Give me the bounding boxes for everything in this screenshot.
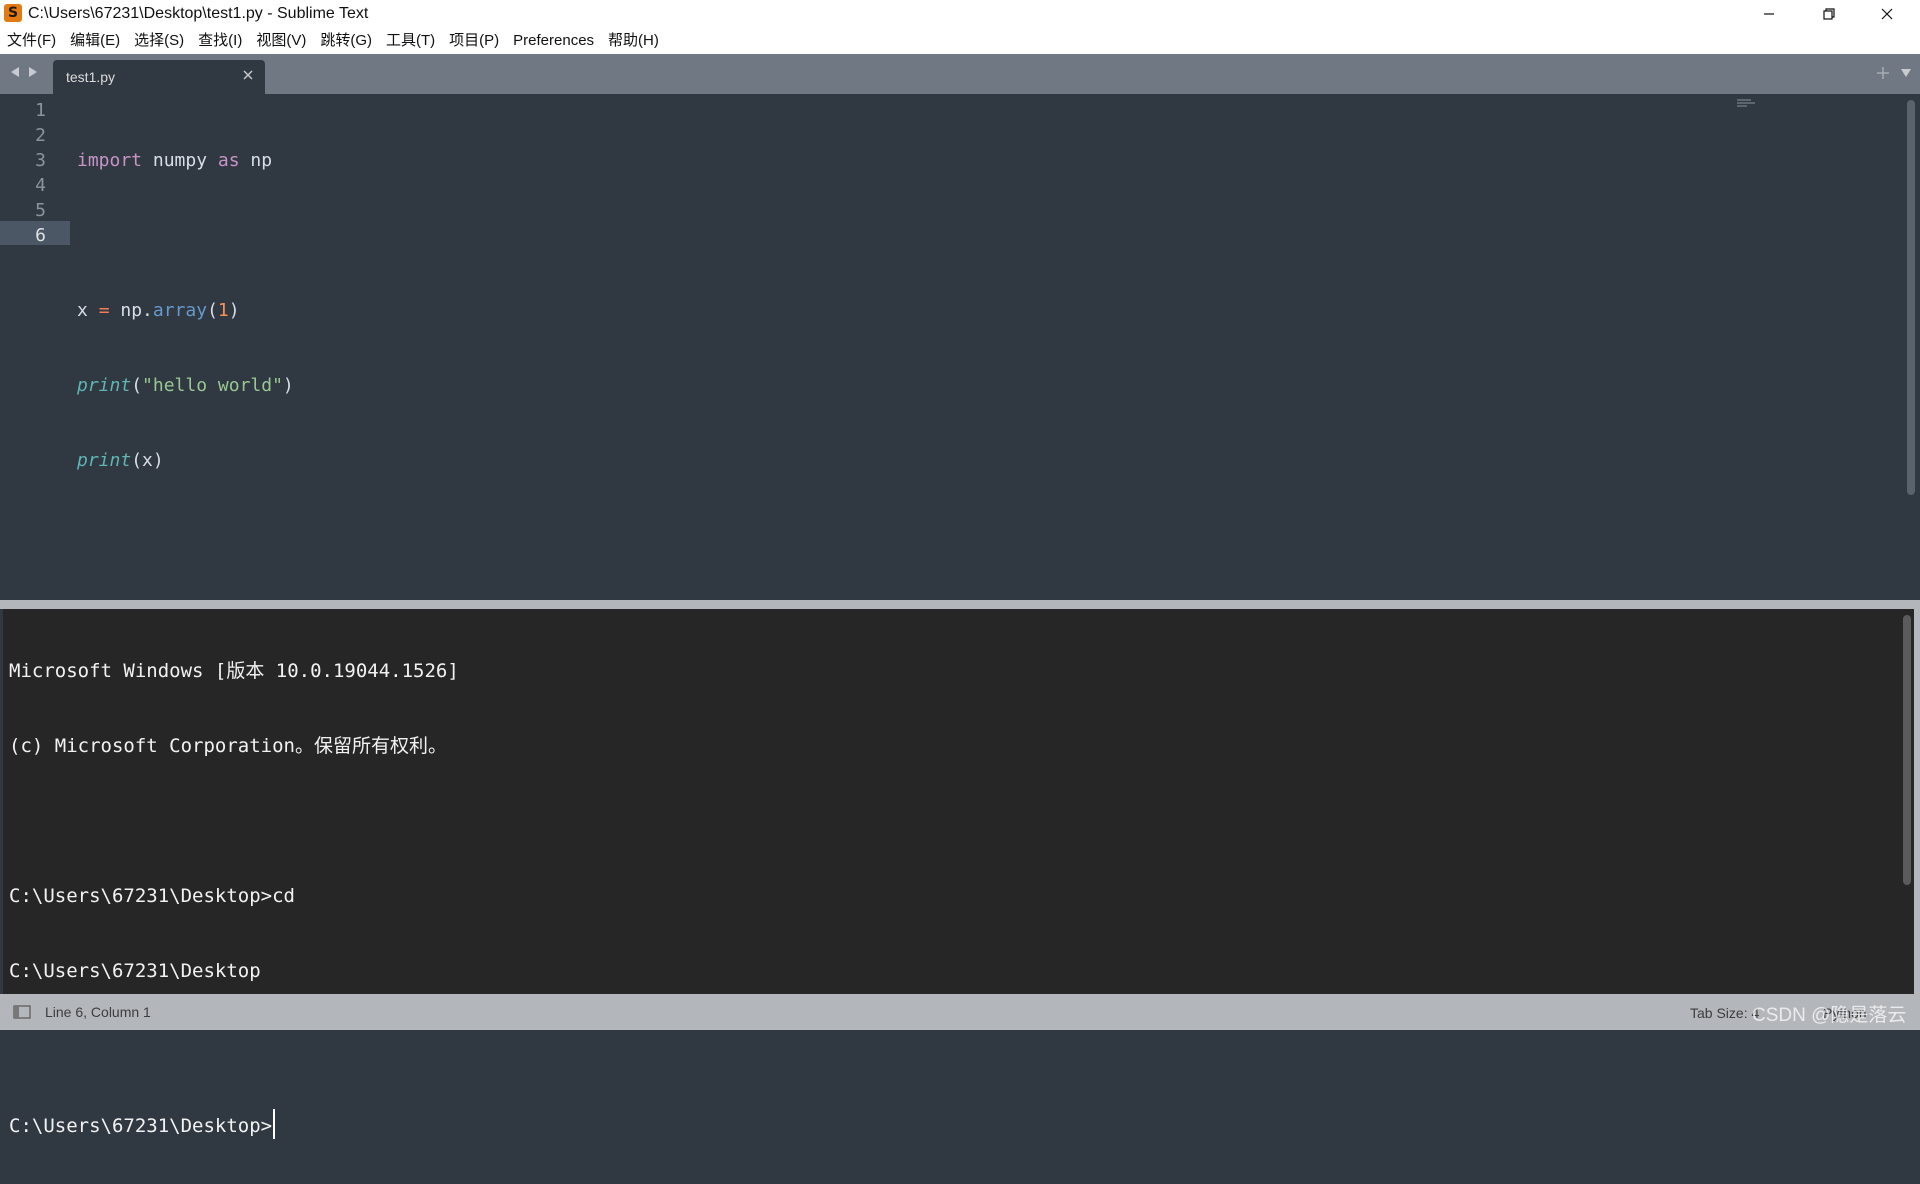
close-window-button[interactable] bbox=[1858, 0, 1916, 28]
menu-bar: 文件(F) 编辑(E) 选择(S) 查找(I) 视图(V) 跳转(G) 工具(T… bbox=[0, 28, 1920, 54]
line-number: 3 bbox=[35, 150, 46, 171]
new-tab-plus-icon[interactable] bbox=[1876, 66, 1890, 80]
tab-bar: test1.py bbox=[0, 54, 1920, 94]
sublime-logo-icon: S bbox=[4, 4, 22, 22]
tab-test1-py[interactable]: test1.py bbox=[53, 60, 265, 94]
code-text: (x) bbox=[131, 450, 164, 471]
line-number: 5 bbox=[35, 200, 46, 221]
minimize-icon bbox=[1764, 13, 1774, 15]
line-number: 1 bbox=[35, 100, 46, 121]
terminal-line: (c) Microsoft Corporation。保留所有权利。 bbox=[9, 735, 447, 757]
string-literal: "hello world" bbox=[142, 375, 283, 396]
tab-label: test1.py bbox=[66, 69, 116, 85]
paren: ) bbox=[228, 300, 240, 321]
code-editor[interactable]: 1 2 3 4 5 6 import numpy as np x = np.ar… bbox=[0, 94, 1920, 600]
line-number: 4 bbox=[35, 175, 46, 196]
toggle-panel-icon[interactable] bbox=[13, 1005, 31, 1019]
number-literal: 1 bbox=[217, 300, 229, 321]
restore-button[interactable] bbox=[1800, 0, 1858, 28]
code-line-3: x = np.array(1) bbox=[77, 298, 294, 323]
menu-edit[interactable]: 编辑(E) bbox=[63, 28, 127, 54]
title-bar: S C:\Users\67231\Desktop\test1.py - Subl… bbox=[0, 0, 1920, 28]
menu-selection[interactable]: 选择(S) bbox=[127, 28, 191, 54]
minimize-button[interactable] bbox=[1740, 0, 1798, 28]
menu-help[interactable]: 帮助(H) bbox=[601, 28, 666, 54]
editor-scrollbar[interactable] bbox=[1907, 100, 1915, 495]
panel-splitter[interactable] bbox=[0, 600, 1920, 609]
window-title: C:\Users\67231\Desktop\test1.py - Sublim… bbox=[28, 5, 369, 22]
paren: ( bbox=[207, 300, 218, 321]
line-gutter: 1 2 3 4 5 6 bbox=[0, 94, 70, 600]
code-text: numpy bbox=[142, 150, 218, 171]
terminal-scrollbar[interactable] bbox=[1903, 615, 1911, 885]
code-text: np. bbox=[109, 300, 153, 321]
code-line-5: print(x) bbox=[77, 448, 294, 473]
menu-file[interactable]: 文件(F) bbox=[0, 28, 63, 54]
menu-project[interactable]: 项目(P) bbox=[442, 28, 506, 54]
code-line-4: print("hello world") bbox=[77, 373, 294, 398]
tab-forward-icon[interactable] bbox=[28, 66, 38, 78]
menu-find[interactable]: 查找(I) bbox=[191, 28, 249, 54]
tab-back-icon[interactable] bbox=[10, 66, 20, 78]
menu-preferences[interactable]: Preferences bbox=[506, 28, 601, 54]
terminal-prompt: C:\Users\67231\Desktop> bbox=[9, 1115, 273, 1137]
minimap[interactable] bbox=[1735, 98, 1757, 108]
code-text: np bbox=[239, 150, 273, 171]
watermark: CSDN @隐是落云 bbox=[1752, 1005, 1907, 1026]
terminal-output[interactable]: Microsoft Windows [版本 10.0.19044.1526] (… bbox=[9, 609, 459, 1184]
status-bar: Line 6, Column 1 Tab Size: 4 Python CSDN… bbox=[0, 994, 1920, 1030]
panel-edge bbox=[1914, 609, 1920, 994]
keyword-as: as bbox=[217, 150, 240, 171]
method-name: array bbox=[152, 300, 208, 321]
cursor-position: Line 6, Column 1 bbox=[45, 1004, 151, 1020]
builtin-print: print bbox=[77, 375, 132, 396]
restore-icon bbox=[1823, 8, 1835, 20]
keyword-import: import bbox=[77, 150, 143, 171]
menu-goto[interactable]: 跳转(G) bbox=[313, 28, 379, 54]
tab-close-icon[interactable] bbox=[243, 70, 253, 80]
terminal-prompt-line[interactable]: C:\Users\67231\Desktop> bbox=[9, 1109, 459, 1139]
code-text: x bbox=[77, 300, 99, 321]
close-icon bbox=[1881, 8, 1893, 20]
paren: ) bbox=[282, 375, 294, 396]
menu-tools[interactable]: 工具(T) bbox=[379, 28, 442, 54]
tab-nav bbox=[10, 66, 38, 78]
terminal-panel[interactable]: Microsoft Windows [版本 10.0.19044.1526] (… bbox=[3, 609, 1914, 1139]
tab-list-dropdown-icon[interactable] bbox=[1900, 68, 1912, 78]
terminal-line: C:\Users\67231\Desktop bbox=[9, 960, 261, 982]
tab-size-indicator[interactable]: Tab Size: 4 bbox=[1690, 1005, 1759, 1021]
builtin-print: print bbox=[77, 450, 132, 471]
line-number-active: 6 bbox=[35, 225, 46, 246]
terminal-line: C:\Users\67231\Desktop>cd bbox=[9, 885, 295, 907]
text-cursor bbox=[273, 1109, 276, 1139]
code-content[interactable]: import numpy as np x = np.array(1) print… bbox=[77, 98, 294, 598]
operator: = bbox=[98, 300, 110, 321]
line-number: 2 bbox=[35, 125, 46, 146]
paren: ( bbox=[131, 375, 143, 396]
menu-view[interactable]: 视图(V) bbox=[249, 28, 313, 54]
tab-bar-controls bbox=[1876, 66, 1912, 80]
code-line-1: import numpy as np bbox=[77, 148, 294, 173]
terminal-line: Microsoft Windows [版本 10.0.19044.1526] bbox=[9, 660, 459, 682]
